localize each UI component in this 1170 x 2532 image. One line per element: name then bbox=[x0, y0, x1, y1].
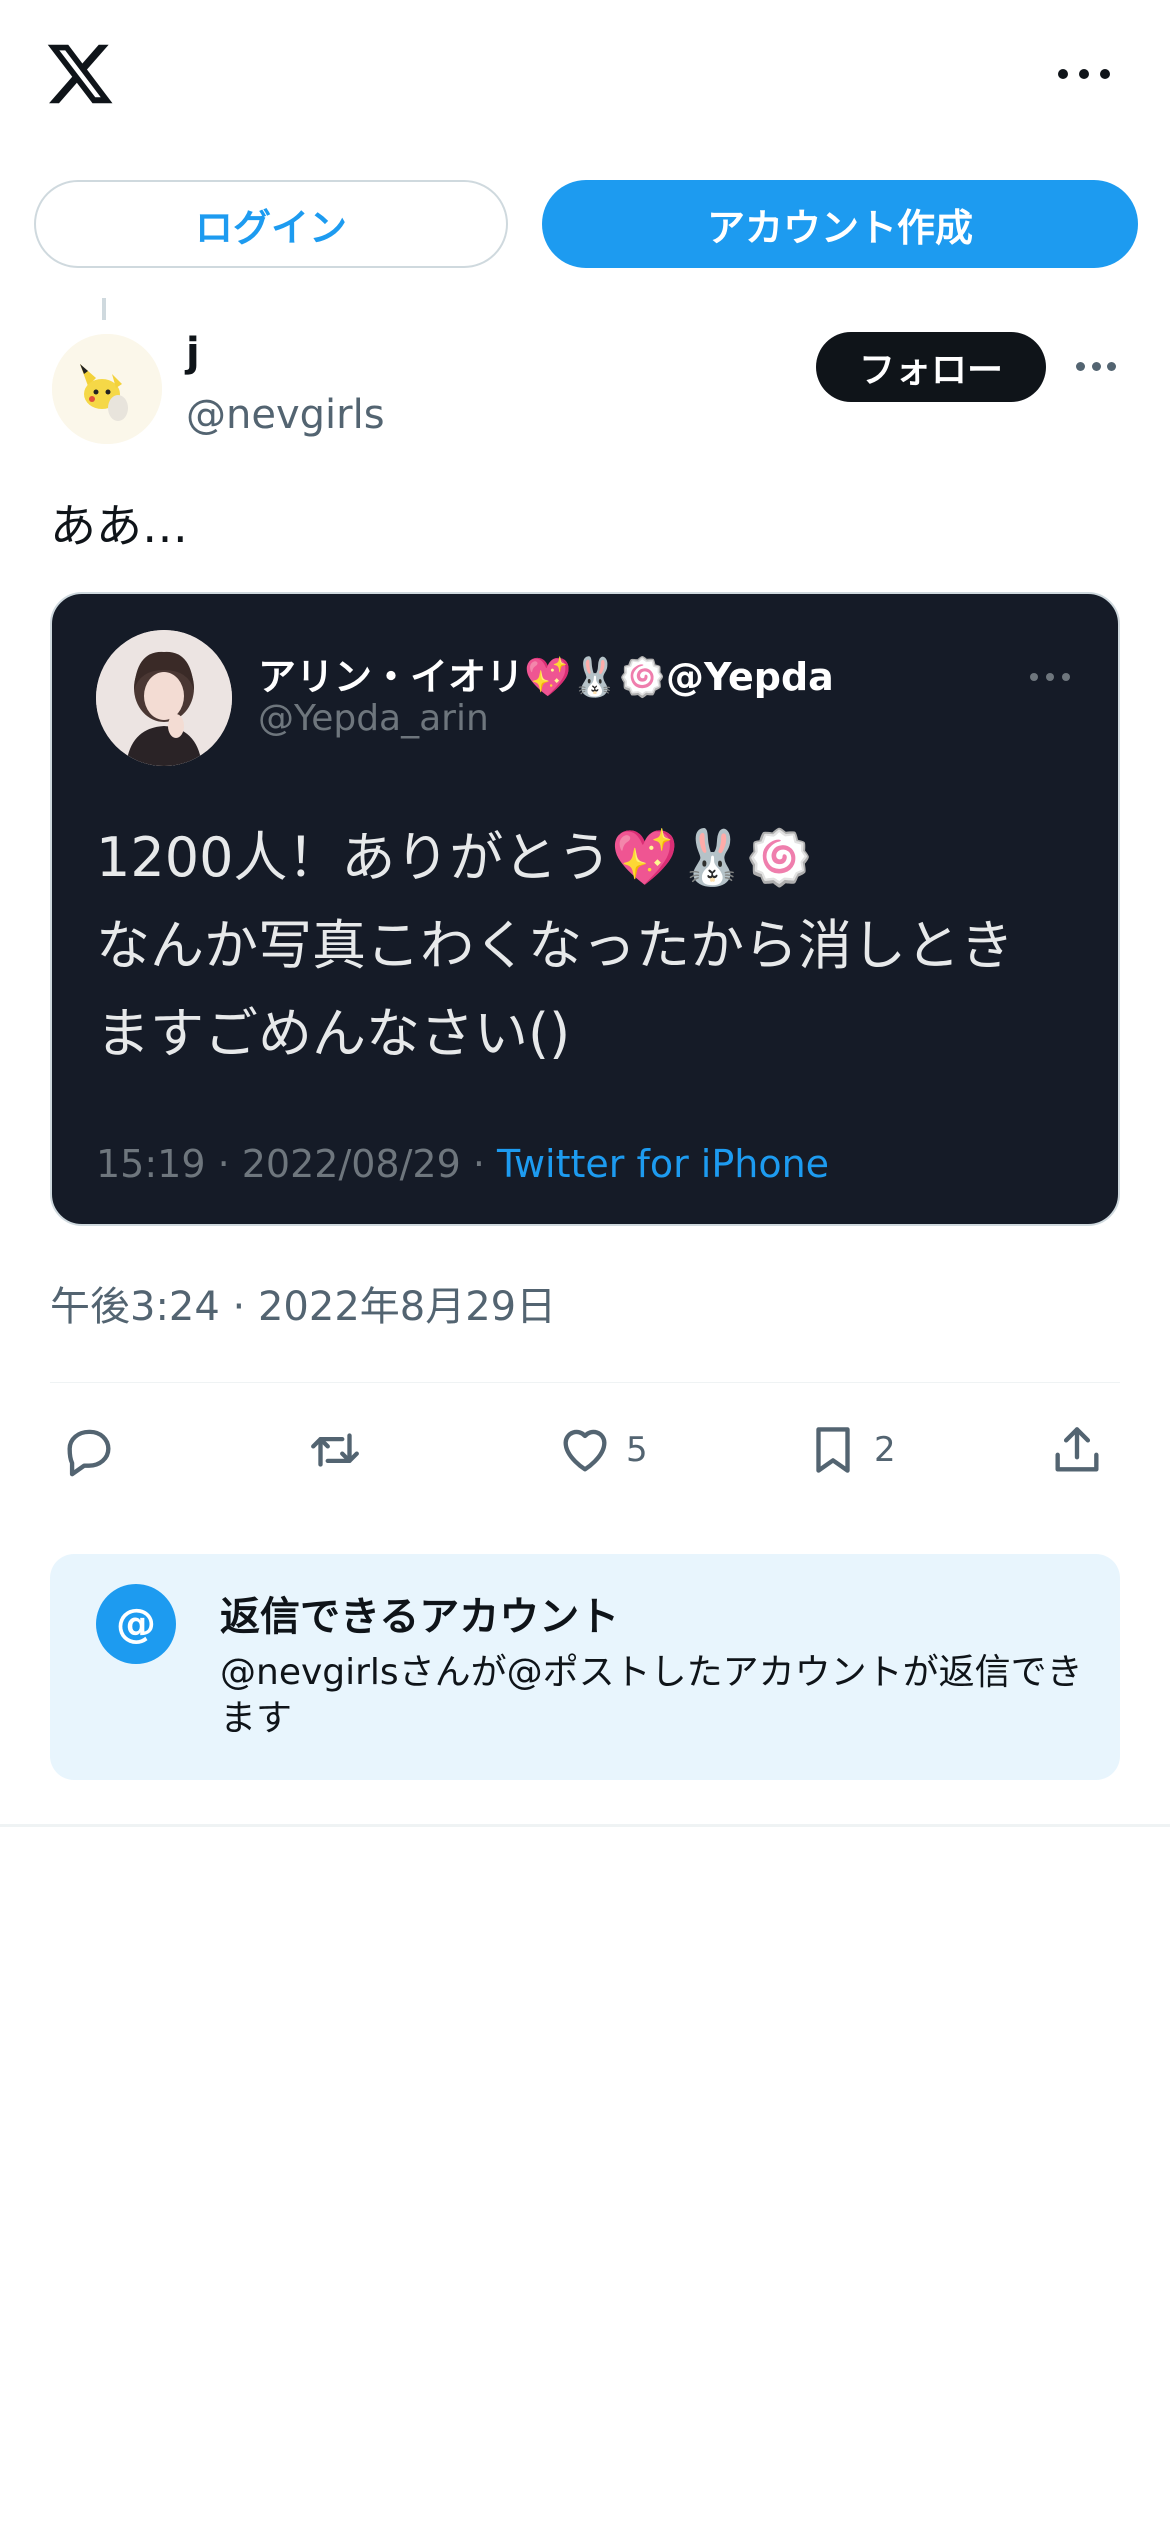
author-handle[interactable]: @nevgirls bbox=[186, 392, 385, 438]
like-button[interactable]: 5 bbox=[556, 1420, 648, 1480]
divider bbox=[0, 1824, 1170, 1827]
embedded-text-line: 1200人！ありがとう💖🐰🍥 bbox=[96, 826, 814, 889]
at-icon: @ bbox=[96, 1584, 176, 1664]
dot bbox=[1062, 673, 1070, 681]
follow-button[interactable]: フォロー bbox=[816, 332, 1046, 402]
post-image[interactable]: アリン・イオリ💖🐰🍥@Yepda @Yepda_arin 1200人！ありがとう… bbox=[50, 592, 1120, 1226]
post-more-icon[interactable] bbox=[1076, 360, 1116, 372]
embedded-avatar bbox=[96, 630, 232, 766]
reply-settings-box: @ 返信できるアカウント @nevgirlsさんが@ポストしたアカウントが返信で… bbox=[50, 1554, 1120, 1780]
dot bbox=[1091, 361, 1101, 371]
retweet-icon bbox=[311, 1433, 359, 1467]
embedded-more-icon bbox=[1030, 672, 1070, 682]
create-account-button[interactable]: アカウント作成 bbox=[542, 180, 1138, 268]
share-icon bbox=[1055, 1427, 1099, 1472]
embedded-source: Twitter for iPhone bbox=[497, 1142, 830, 1186]
dot bbox=[1100, 69, 1110, 79]
embedded-text-line: ますごめんなさい() bbox=[96, 1002, 571, 1065]
embedded-post-text: 1200人！ありがとう💖🐰🍥 なんか写真こわくなったから消しとき ますごめんなさ… bbox=[96, 814, 1096, 1078]
x-logo-icon[interactable] bbox=[44, 38, 116, 110]
author-avatar[interactable] bbox=[52, 334, 162, 444]
like-count: 5 bbox=[626, 1430, 648, 1470]
dot bbox=[1058, 69, 1068, 79]
bookmark-button[interactable]: 2 bbox=[804, 1420, 896, 1480]
dot bbox=[1079, 69, 1089, 79]
bookmark-icon bbox=[816, 1427, 850, 1473]
thread-connector-line bbox=[102, 298, 106, 320]
bookmark-count: 2 bbox=[874, 1430, 896, 1470]
author-name[interactable]: j bbox=[186, 330, 200, 376]
post-text: ああ… bbox=[50, 499, 188, 553]
embedded-text-line: なんか写真こわくなったから消しとき bbox=[96, 914, 1014, 977]
heart-icon bbox=[563, 1429, 607, 1472]
dot bbox=[1107, 361, 1116, 371]
more-horizontal-icon[interactable] bbox=[1058, 56, 1110, 92]
login-button[interactable]: ログイン bbox=[34, 180, 508, 268]
reply-settings-description: @nevgirlsさんが@ポストしたアカウントが返信できます bbox=[220, 1652, 1083, 1739]
dot bbox=[1030, 673, 1038, 681]
embedded-time: 15:19 · 2022/08/29 · bbox=[96, 1142, 498, 1186]
dot bbox=[1076, 361, 1085, 371]
share-button[interactable] bbox=[1048, 1420, 1106, 1480]
post-timestamp[interactable]: 午後3:24 · 2022年8月29日 bbox=[50, 1274, 556, 1332]
reply-button[interactable] bbox=[60, 1420, 118, 1480]
reply-settings-title: 返信できるアカウント bbox=[220, 1594, 620, 1640]
reply-icon bbox=[67, 1429, 111, 1477]
embedded-author-name: アリン・イオリ💖🐰🍥@Yepda bbox=[258, 655, 834, 699]
repost-button[interactable] bbox=[306, 1420, 364, 1480]
divider bbox=[50, 1382, 1120, 1383]
embedded-author-handle: @Yepda_arin bbox=[258, 698, 489, 739]
embedded-meta: 15:19 · 2022/08/29 · Twitter for iPhone bbox=[96, 1142, 829, 1186]
dot bbox=[1046, 673, 1054, 681]
